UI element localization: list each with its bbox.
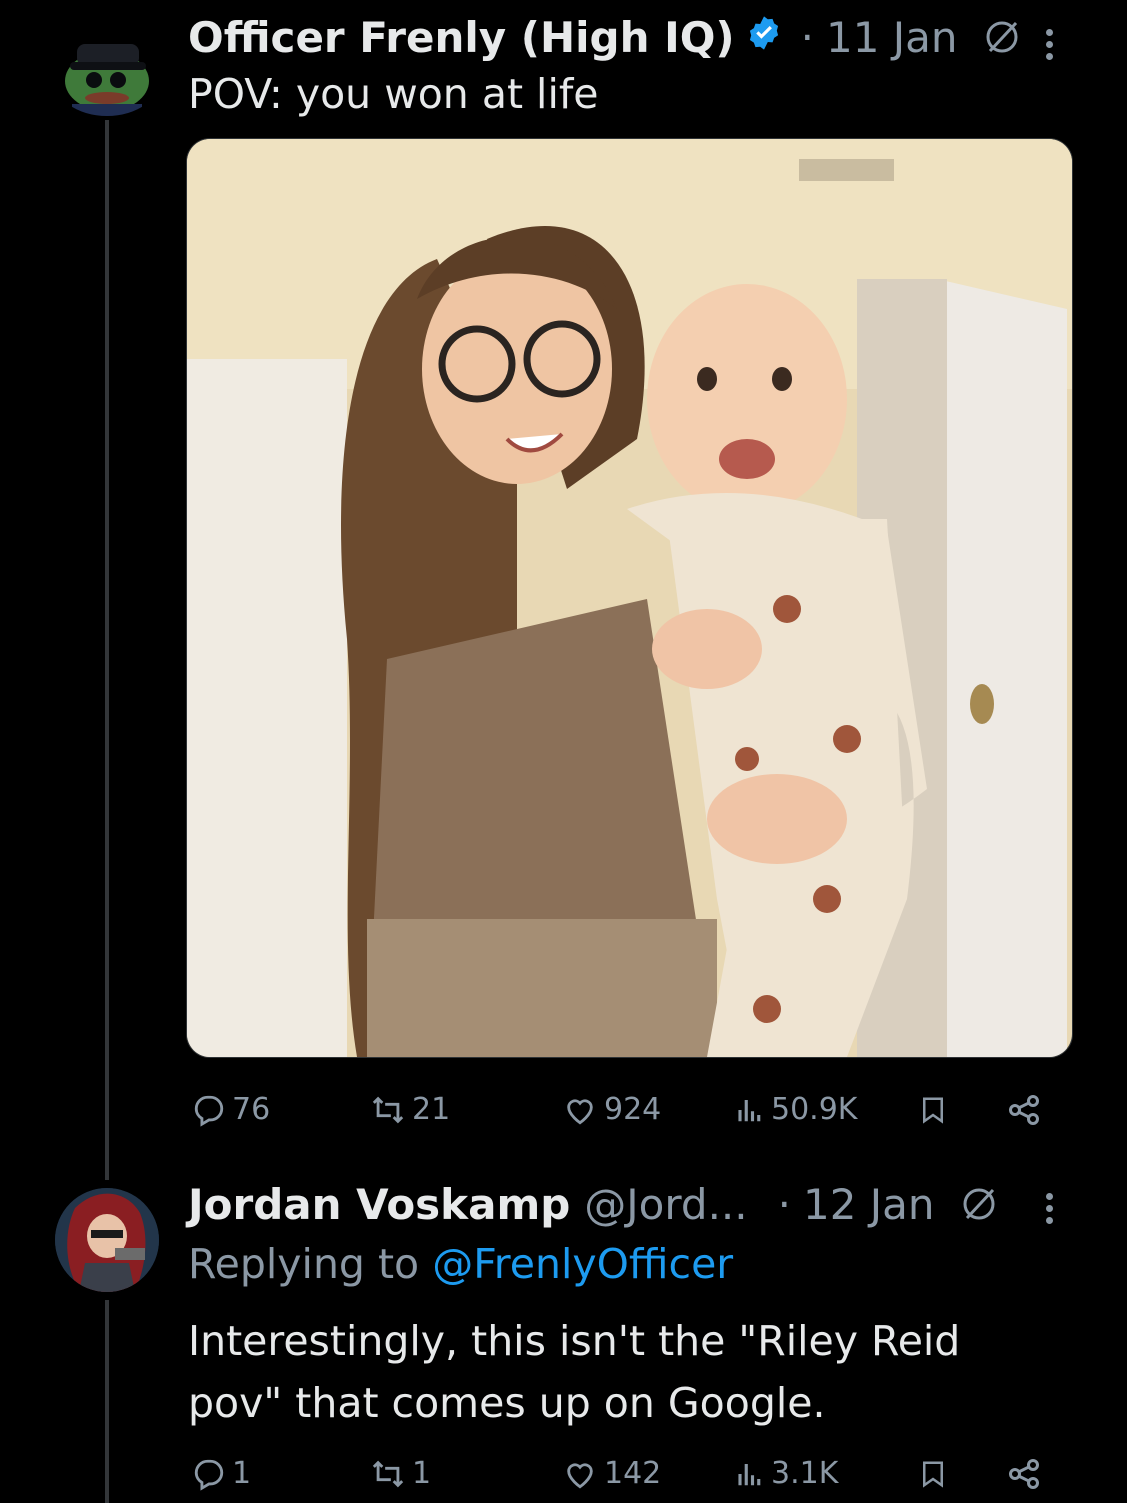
tweet-actions: 76 21 924 50.9K bbox=[0, 1092, 1127, 1132]
repost-icon bbox=[372, 1096, 404, 1123]
reply-count: 1 bbox=[232, 1456, 252, 1491]
bookmark-button[interactable] bbox=[918, 1092, 948, 1128]
repost-count: 21 bbox=[412, 1092, 451, 1127]
like-count: 924 bbox=[604, 1092, 662, 1127]
avatar[interactable] bbox=[52, 36, 162, 116]
replying-to: Replying to @FrenlyOfficer bbox=[188, 1240, 733, 1288]
display-name[interactable]: Officer Frenly (High IQ) bbox=[188, 13, 735, 62]
heart-icon bbox=[567, 1098, 593, 1124]
thread-line bbox=[105, 120, 109, 1180]
verified-badge-icon bbox=[745, 13, 783, 62]
mute-icon[interactable] bbox=[959, 1184, 999, 1224]
share-icon bbox=[1009, 1095, 1039, 1125]
reply-button[interactable]: 1 bbox=[192, 1456, 251, 1491]
bookmark-button[interactable] bbox=[918, 1456, 948, 1492]
heart-icon bbox=[567, 1462, 593, 1488]
more-icon[interactable] bbox=[1046, 24, 1053, 65]
views-button[interactable]: 50.9K bbox=[735, 1092, 857, 1127]
views-button[interactable]: 3.1K bbox=[735, 1456, 838, 1491]
reply-count: 76 bbox=[232, 1092, 271, 1127]
repost-count: 1 bbox=[412, 1456, 432, 1491]
share-button[interactable] bbox=[1004, 1456, 1044, 1492]
reply-text-line: Interestingly, this isn't the "Riley Rei… bbox=[188, 1317, 961, 1365]
views-icon bbox=[738, 1463, 761, 1485]
views-count: 3.1K bbox=[771, 1456, 839, 1491]
separator: · bbox=[777, 1179, 791, 1229]
share-button[interactable] bbox=[1004, 1092, 1044, 1128]
reply-icon bbox=[194, 1459, 224, 1491]
user-handle[interactable]: @Jord... bbox=[584, 1180, 747, 1229]
repost-icon bbox=[372, 1460, 404, 1487]
views-icon bbox=[738, 1099, 761, 1121]
reply-actions: 1 1 142 3.1K bbox=[0, 1456, 1127, 1496]
like-count: 142 bbox=[604, 1456, 662, 1491]
reply-text: Interestingly, this isn't the "Riley Rei… bbox=[188, 1310, 960, 1434]
avatar[interactable] bbox=[55, 1188, 159, 1292]
like-button[interactable]: 924 bbox=[562, 1092, 661, 1127]
display-name[interactable]: Jordan Voskamp bbox=[188, 1180, 570, 1229]
reply-text-line: pov" that comes up on Google. bbox=[188, 1379, 826, 1427]
replying-to-label: Replying to bbox=[188, 1240, 420, 1288]
bookmark-icon bbox=[923, 1461, 943, 1488]
like-button[interactable]: 142 bbox=[562, 1456, 661, 1491]
tweet-header: Officer Frenly (High IQ) · 11 Jan bbox=[188, 10, 1022, 64]
mute-icon[interactable] bbox=[982, 17, 1022, 57]
tweet-date[interactable]: 11 Jan bbox=[826, 13, 958, 62]
share-icon bbox=[1009, 1459, 1039, 1489]
reply-header: Jordan Voskamp @Jord... · 12 Jan bbox=[188, 1176, 999, 1232]
reply-button[interactable]: 76 bbox=[192, 1092, 270, 1127]
views-count: 50.9K bbox=[771, 1092, 858, 1127]
bookmark-icon bbox=[923, 1097, 943, 1124]
repost-button[interactable]: 1 bbox=[370, 1456, 431, 1491]
tweet-date[interactable]: 12 Jan bbox=[803, 1180, 935, 1229]
tweet-photo[interactable] bbox=[186, 138, 1073, 1058]
replying-to-handle[interactable]: @FrenlyOfficer bbox=[432, 1240, 733, 1288]
more-icon[interactable] bbox=[1046, 1188, 1053, 1229]
tweet-text: POV: you won at life bbox=[188, 70, 599, 118]
repost-button[interactable]: 21 bbox=[370, 1092, 450, 1127]
separator: · bbox=[800, 12, 814, 62]
reply-icon bbox=[194, 1095, 224, 1127]
